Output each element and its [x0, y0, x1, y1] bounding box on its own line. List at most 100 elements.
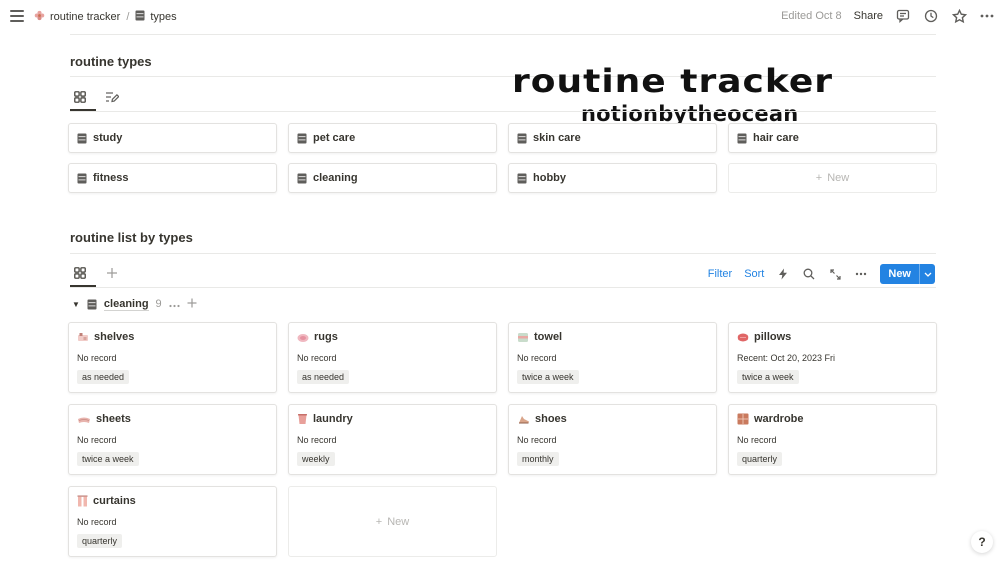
- top-actions: Edited Oct 8 Share: [781, 8, 995, 24]
- type-label: hair care: [753, 132, 799, 144]
- banner-title: routine tracker: [512, 63, 833, 101]
- routine-name: pillows: [754, 331, 792, 343]
- breadcrumb-separator: /: [126, 11, 130, 23]
- frequency-tag: as needed: [297, 370, 350, 384]
- routine-name: sheets: [96, 413, 131, 425]
- gallery-view-icon[interactable]: [70, 87, 90, 107]
- routine-card-rugs[interactable]: rugs No record as needed: [288, 322, 497, 393]
- routine-record: No record: [297, 353, 337, 363]
- routine-types-title: routine types: [70, 54, 152, 69]
- new-routine-card[interactable]: + New: [288, 486, 497, 557]
- frequency-tag: weekly: [297, 452, 335, 466]
- type-card-hobby[interactable]: hobby: [508, 163, 717, 193]
- new-label: New: [827, 172, 850, 184]
- more-icon[interactable]: [169, 297, 180, 311]
- laundry-icon: [298, 414, 307, 424]
- breadcrumb-root[interactable]: routine tracker: [50, 11, 120, 23]
- new-type-button[interactable]: + New: [728, 163, 937, 193]
- cabinet-icon: [297, 133, 307, 143]
- database-toolbar: Filter Sort New: [708, 264, 935, 284]
- history-icon[interactable]: [923, 8, 939, 24]
- new-button-label: New: [888, 268, 911, 280]
- type-label: hobby: [533, 172, 566, 184]
- type-label: pet care: [313, 132, 356, 144]
- routine-record: No record: [517, 353, 557, 363]
- search-icon[interactable]: [802, 267, 816, 281]
- tabs-divider: [70, 287, 936, 288]
- expand-icon[interactable]: [828, 267, 842, 281]
- chevron-down-icon[interactable]: [919, 264, 935, 284]
- routine-card-shelves[interactable]: shelves No record as needed: [68, 322, 277, 393]
- cabinet-icon: [135, 10, 145, 24]
- type-card-pet-care[interactable]: pet care: [288, 123, 497, 153]
- towel-icon: [518, 332, 528, 342]
- sheets-icon: [78, 417, 90, 423]
- more-icon[interactable]: [979, 8, 995, 24]
- routine-card-towel[interactable]: towel No record twice a week: [508, 322, 717, 393]
- gallery-view-icon[interactable]: [70, 263, 90, 283]
- cabinet-icon: [517, 173, 527, 183]
- top-bar: routine tracker / types Edited Oct 8 Sha…: [0, 0, 1005, 34]
- type-card-skin-care[interactable]: skin care: [508, 123, 717, 153]
- breadcrumb-current[interactable]: types: [150, 11, 176, 23]
- add-view-icon[interactable]: [102, 263, 122, 283]
- type-card-cleaning[interactable]: cleaning: [288, 163, 497, 193]
- list-view-tabs: [70, 263, 122, 283]
- routine-card-pillows[interactable]: pillows Recent: Oct 20, 2023 Fri twice a…: [728, 322, 937, 393]
- cabinet-icon: [77, 133, 87, 143]
- routine-record: No record: [77, 435, 117, 445]
- routine-card-laundry[interactable]: laundry No record weekly: [288, 404, 497, 475]
- lightning-icon[interactable]: [776, 267, 790, 281]
- frequency-tag: quarterly: [737, 452, 783, 466]
- routine-card-sheets[interactable]: sheets No record twice a week: [68, 404, 277, 475]
- plus-icon: +: [375, 515, 383, 528]
- type-card-hair-care[interactable]: hair care: [728, 123, 937, 153]
- routine-record: No record: [517, 435, 557, 445]
- filter-button[interactable]: Filter: [708, 268, 732, 280]
- curtain-icon: [77, 495, 88, 507]
- group-name[interactable]: cleaning: [103, 298, 149, 311]
- routine-name: shoes: [535, 413, 567, 425]
- cabinet-icon: [297, 173, 307, 183]
- type-label: skin care: [533, 132, 581, 144]
- menu-icon[interactable]: [10, 10, 24, 22]
- list-edit-view-icon[interactable]: [102, 87, 122, 107]
- type-label: study: [93, 132, 123, 144]
- routine-card-shoes[interactable]: shoes No record monthly: [508, 404, 717, 475]
- share-button[interactable]: Share: [854, 10, 883, 22]
- routine-card-wardrobe[interactable]: wardrobe No record quarterly: [728, 404, 937, 475]
- routine-name: curtains: [93, 495, 136, 507]
- sort-button[interactable]: Sort: [744, 268, 764, 280]
- routine-list-title: routine list by types: [70, 230, 193, 245]
- new-routine-button[interactable]: New: [880, 264, 935, 284]
- shelves-icon: [78, 332, 88, 341]
- comment-icon[interactable]: [895, 8, 911, 24]
- routine-name: towel: [534, 331, 563, 343]
- frequency-tag: twice a week: [737, 370, 799, 384]
- routine-name: wardrobe: [754, 413, 804, 425]
- cabinet-icon: [517, 133, 527, 143]
- group-count: 9: [155, 298, 162, 310]
- type-label: cleaning: [313, 172, 358, 184]
- help-button[interactable]: ?: [971, 531, 993, 553]
- routine-name: shelves: [94, 331, 135, 343]
- type-card-study[interactable]: study: [68, 123, 277, 153]
- new-label: New: [387, 515, 410, 528]
- routine-record: No record: [297, 435, 337, 445]
- plus-icon[interactable]: [187, 297, 197, 311]
- wardrobe-icon: [737, 413, 749, 425]
- cabinet-icon: [77, 173, 87, 183]
- frequency-tag: monthly: [517, 452, 559, 466]
- cabinet-icon: [737, 133, 747, 143]
- routine-card-curtains[interactable]: curtains No record quarterly: [68, 486, 277, 557]
- shoe-icon: [519, 415, 529, 423]
- caret-down-icon[interactable]: ▼: [72, 300, 80, 309]
- routine-record: No record: [737, 435, 777, 445]
- section-divider: [70, 253, 936, 254]
- routine-record: No record: [77, 517, 117, 527]
- pillow-icon: [737, 333, 749, 341]
- star-icon[interactable]: [951, 8, 967, 24]
- type-card-fitness[interactable]: fitness: [68, 163, 277, 193]
- more-icon[interactable]: [854, 267, 868, 281]
- type-label: fitness: [93, 172, 129, 184]
